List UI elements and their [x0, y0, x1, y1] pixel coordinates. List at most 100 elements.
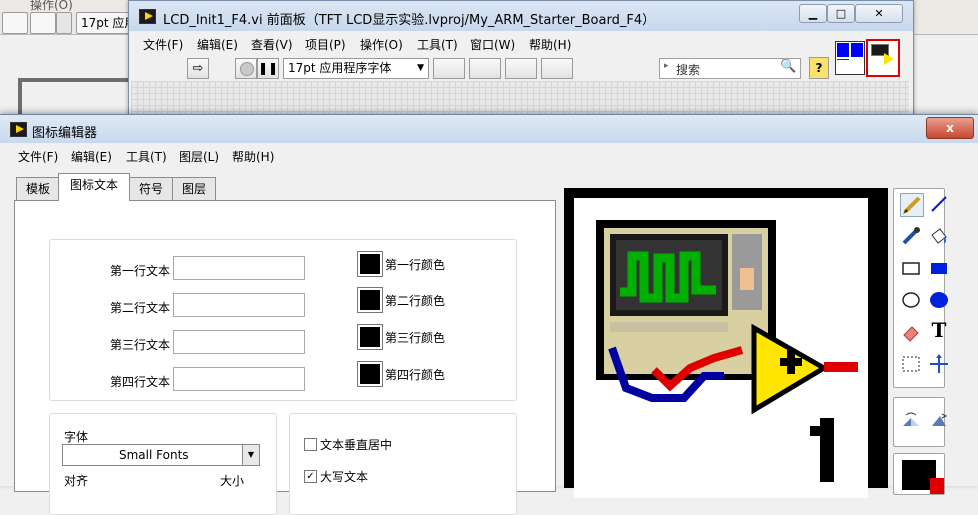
line1-label: 第一行文本 [110, 264, 171, 278]
align-label: 对齐 [64, 474, 89, 488]
icon-editor-menubar: 文件(F) 编辑(E) 工具(T) 图层(L) 帮助(H) [0, 144, 978, 166]
line-icon[interactable] [928, 193, 950, 215]
distribute-objects-icon[interactable] [469, 58, 501, 79]
icon-editor-app-icon [10, 122, 27, 137]
menu-operate[interactable]: 操作(O) [360, 36, 403, 53]
line3-label: 第三行文本 [110, 338, 171, 352]
vi-icon-thumbnail[interactable] [866, 39, 900, 77]
line2-text-input[interactable] [173, 293, 305, 317]
line4-text-input[interactable] [173, 367, 305, 391]
move-icon[interactable] [928, 353, 950, 375]
background-run-continuous-button[interactable] [30, 12, 56, 34]
icon-editor-titlebar[interactable]: 图标编辑器 x [0, 115, 978, 143]
front-panel-window: LCD_Init1_F4.vi 前面板（TFT LCD显示实验.lvproj/M… [128, 0, 914, 122]
menu-project[interactable]: 项目(P) [305, 36, 346, 53]
chevron-down-icon: ▼ [417, 63, 424, 73]
editor-menu-layers[interactable]: 图层(L) [179, 148, 219, 165]
close-button[interactable]: ✕ [855, 4, 903, 23]
vi-icon [139, 9, 156, 24]
line4-label: 第四行文本 [110, 375, 171, 389]
vertical-center-label: 文本垂直居中 [320, 438, 393, 452]
filled-rectangle-icon[interactable] [928, 257, 950, 279]
icon-editor-close-button[interactable]: x [926, 117, 974, 139]
editor-menu-tools[interactable]: 工具(T) [126, 148, 167, 165]
fill-icon[interactable] [928, 225, 950, 247]
tab-icon-text[interactable]: 图标文本 [58, 173, 130, 201]
editor-menu-help[interactable]: 帮助(H) [232, 148, 274, 165]
icon-text-panel: 第一行文本 第一行颜色 第二行文本 第二行颜色 第三行文本 第三行颜色 第四行文… [14, 200, 556, 515]
font-group: 字体 Small Fonts ▼ 对齐 大小 [49, 413, 277, 515]
line2-color-swatch[interactable] [357, 287, 383, 313]
eraser-icon[interactable] [900, 321, 922, 343]
tab-layers[interactable]: 图层 [172, 177, 216, 200]
rotate-icon[interactable] [928, 410, 950, 432]
uppercase-checkbox[interactable]: ✓ [304, 470, 317, 483]
front-panel-title: LCD_Init1_F4.vi 前面板（TFT LCD显示实验.lvproj/M… [163, 13, 656, 28]
rectangle-icon[interactable] [900, 257, 922, 279]
tab-templates[interactable]: 模板 [16, 177, 60, 200]
background-font-selector[interactable]: 17pt 应用程序字体 [76, 12, 132, 34]
help-icon[interactable]: ? [809, 57, 829, 79]
font-select-value: Small Fonts [119, 448, 189, 462]
background-run-button[interactable] [2, 12, 28, 34]
line2-label: 第二行文本 [110, 301, 171, 315]
line1-color-swatch[interactable] [357, 251, 383, 277]
tool-palette: T [893, 188, 948, 388]
pencil-icon[interactable] [900, 193, 924, 217]
line3-text-input[interactable] [173, 330, 305, 354]
size-label: 大小 [220, 474, 245, 488]
icon-drawing-area[interactable] [574, 198, 868, 498]
font-selector[interactable]: 17pt 应用程序字体 ▼ [283, 58, 429, 79]
options-group: 文本垂直居中 ✓ 大写文本 [289, 413, 517, 515]
line3-color-swatch[interactable] [357, 324, 383, 350]
dropper-icon[interactable] [900, 225, 922, 247]
front-panel-menubar: 文件(F) 编辑(E) 查看(V) 项目(P) 操作(O) 工具(T) 窗口(W… [129, 32, 913, 54]
line3-color-label: 第三行颜色 [385, 331, 446, 345]
icon-preview-canvas[interactable] [564, 188, 888, 498]
abort-button[interactable] [235, 58, 257, 79]
search-placeholder: 搜索 [676, 63, 701, 77]
menu-view[interactable]: 查看(V) [251, 36, 293, 53]
background-wire [18, 78, 128, 82]
background-dropdown-button[interactable] [56, 12, 72, 34]
reorder-icon[interactable] [541, 58, 573, 79]
line2-color-label: 第二行颜色 [385, 294, 446, 308]
chevron-down-icon[interactable]: ▼ [242, 445, 259, 465]
menu-edit[interactable]: 编辑(E) [197, 36, 238, 53]
menu-file[interactable]: 文件(F) [143, 36, 183, 53]
editor-menu-file[interactable]: 文件(F) [18, 148, 58, 165]
line1-text-input[interactable] [173, 256, 305, 280]
icon-editor-title: 图标编辑器 [32, 126, 98, 141]
menu-help[interactable]: 帮助(H) [529, 36, 571, 53]
maximize-button[interactable]: □ [827, 4, 855, 23]
run-arrow-icon[interactable]: ⇨ [187, 58, 209, 79]
ellipse-icon[interactable] [900, 289, 922, 311]
font-label: 字体 [64, 430, 89, 444]
minimize-button[interactable]: ▁ [799, 4, 827, 23]
menu-window[interactable]: 窗口(W) [470, 36, 515, 53]
flip-horizontal-icon[interactable] [900, 410, 922, 432]
background-wire-vertical [18, 78, 22, 114]
front-panel-titlebar[interactable]: LCD_Init1_F4.vi 前面板（TFT LCD显示实验.lvproj/M… [129, 1, 913, 31]
vertical-center-checkbox[interactable] [304, 438, 317, 451]
resize-objects-icon[interactable] [505, 58, 537, 79]
search-arrow-icon: ▸ [664, 61, 669, 71]
menu-tools[interactable]: 工具(T) [417, 36, 458, 53]
line4-color-label: 第四行颜色 [385, 368, 446, 382]
select-icon[interactable] [900, 353, 922, 375]
font-selector-label: 17pt 应用程序字体 [288, 61, 392, 75]
search-icon[interactable]: 🔍 [780, 59, 796, 74]
connector-pane[interactable] [835, 41, 865, 75]
tab-glyphs[interactable]: 符号 [129, 177, 173, 200]
line4-color-swatch[interactable] [357, 361, 383, 387]
align-objects-icon[interactable] [433, 58, 465, 79]
transform-palette [893, 397, 948, 447]
editor-menu-edit[interactable]: 编辑(E) [71, 148, 112, 165]
color-palette [893, 453, 945, 495]
text-icon[interactable]: T [928, 319, 950, 341]
filled-ellipse-icon[interactable] [928, 289, 950, 311]
background-color-swatch[interactable] [930, 478, 944, 494]
pause-icon[interactable]: ❚❚ [257, 58, 279, 79]
search-box[interactable]: ▸ 搜索 🔍 [659, 58, 801, 79]
font-select[interactable]: Small Fonts ▼ [62, 444, 260, 466]
